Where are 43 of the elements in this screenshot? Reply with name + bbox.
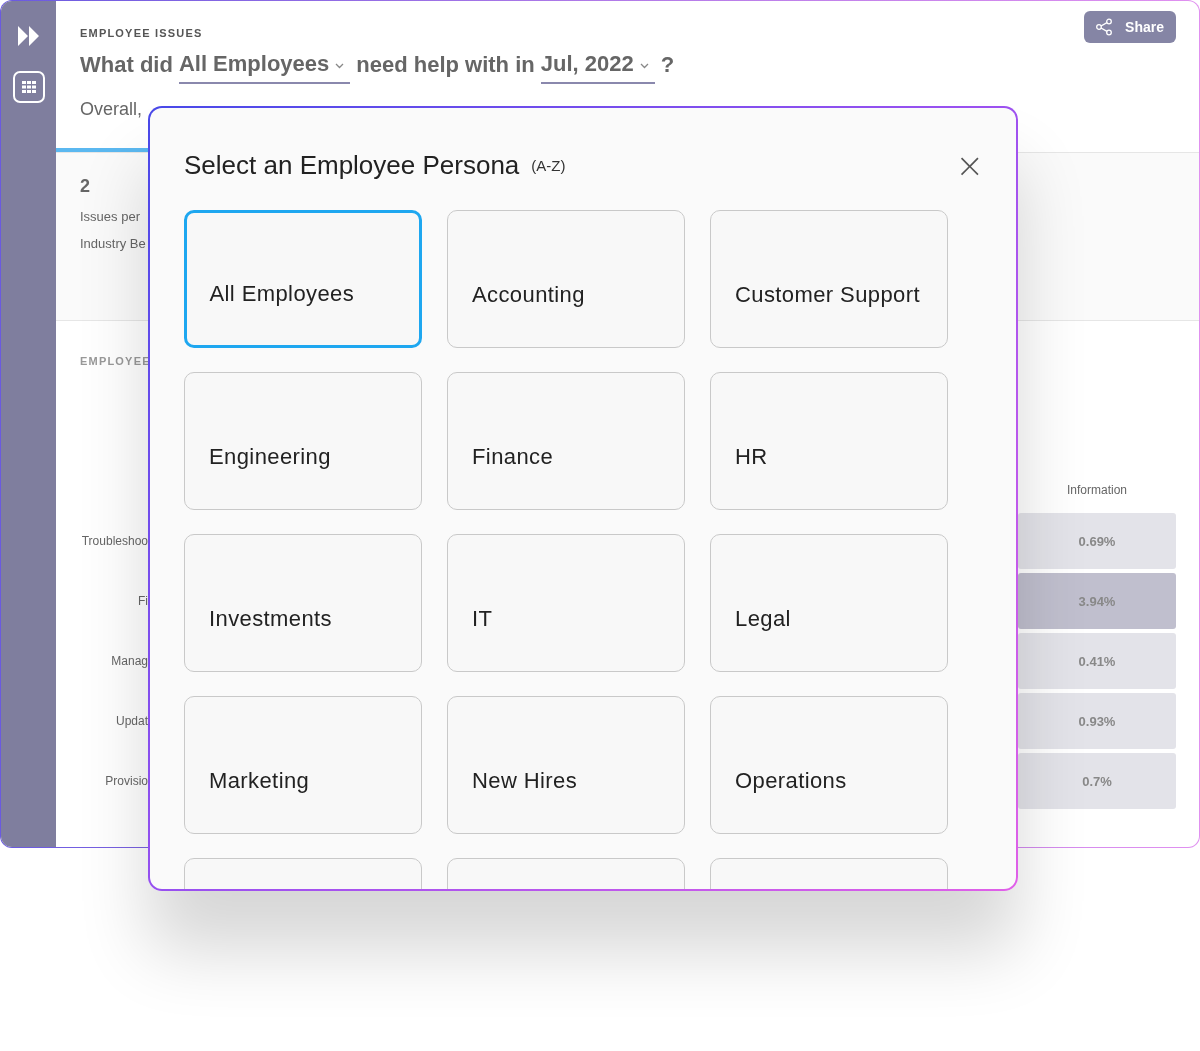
persona-card[interactable]: HR — [710, 372, 948, 510]
persona-card[interactable]: All Employees — [184, 210, 422, 348]
row-label: Fi — [137, 594, 148, 608]
row-label: Updat — [114, 714, 148, 728]
row-label: Manag — [110, 654, 148, 668]
row-label: Provisio — [104, 774, 148, 788]
persona-card[interactable]: Accounting — [447, 210, 685, 348]
persona-card[interactable]: Customer Support — [710, 210, 948, 348]
caret-icon — [639, 63, 649, 69]
row-label: Troubleshoo — [80, 534, 148, 548]
persona-card[interactable]: IT — [447, 534, 685, 672]
dropdown[interactable]: Jul, 2022 — [540, 48, 655, 84]
stat-label: Industry Be — [80, 235, 147, 253]
summary-text: Overall, — [80, 98, 143, 120]
heatmap-cell: 0.69% — [1018, 513, 1176, 569]
persona-card[interactable]: Investments — [184, 534, 422, 672]
caret-icon — [335, 63, 345, 69]
share-button[interactable]: Share — [1084, 11, 1176, 43]
dialog-title: Select an Employee Persona — [184, 149, 520, 181]
persona-card[interactable]: Legal — [710, 534, 948, 672]
column-header: Information — [1066, 482, 1128, 498]
section-label: EMPLOYEE ISSUES — [80, 27, 203, 40]
dropdown[interactable]: All Employees — [178, 48, 351, 84]
question-text: What did — [80, 51, 173, 79]
question-text: ? — [660, 51, 675, 79]
heatmap-cell: 3.94% — [1018, 573, 1176, 629]
close-button[interactable]: × — [947, 150, 992, 180]
question-text: need help with in — [356, 51, 535, 79]
persona-card[interactable]: New Hires — [447, 696, 685, 834]
share-icon — [1095, 18, 1114, 36]
section-label: EMPLOYEE — [79, 354, 152, 368]
persona-card[interactable]: Finance — [447, 372, 685, 510]
stat-value: 2 — [80, 175, 91, 197]
persona-card[interactable]: Marketing — [184, 696, 422, 834]
persona-card[interactable]: Engineering — [184, 372, 422, 510]
heatmap-cell: 0.41% — [1018, 633, 1176, 689]
heatmap-cell: 0.93% — [1018, 693, 1176, 749]
stat-label: Issues per — [80, 208, 141, 226]
sort-hint: (A-Z) — [531, 156, 566, 174]
grid-icon[interactable] — [12, 71, 45, 103]
persona-card[interactable]: Operations — [710, 696, 948, 834]
fast-forward-icon[interactable] — [16, 25, 41, 47]
heatmap-cell: 0.7% — [1018, 753, 1176, 809]
